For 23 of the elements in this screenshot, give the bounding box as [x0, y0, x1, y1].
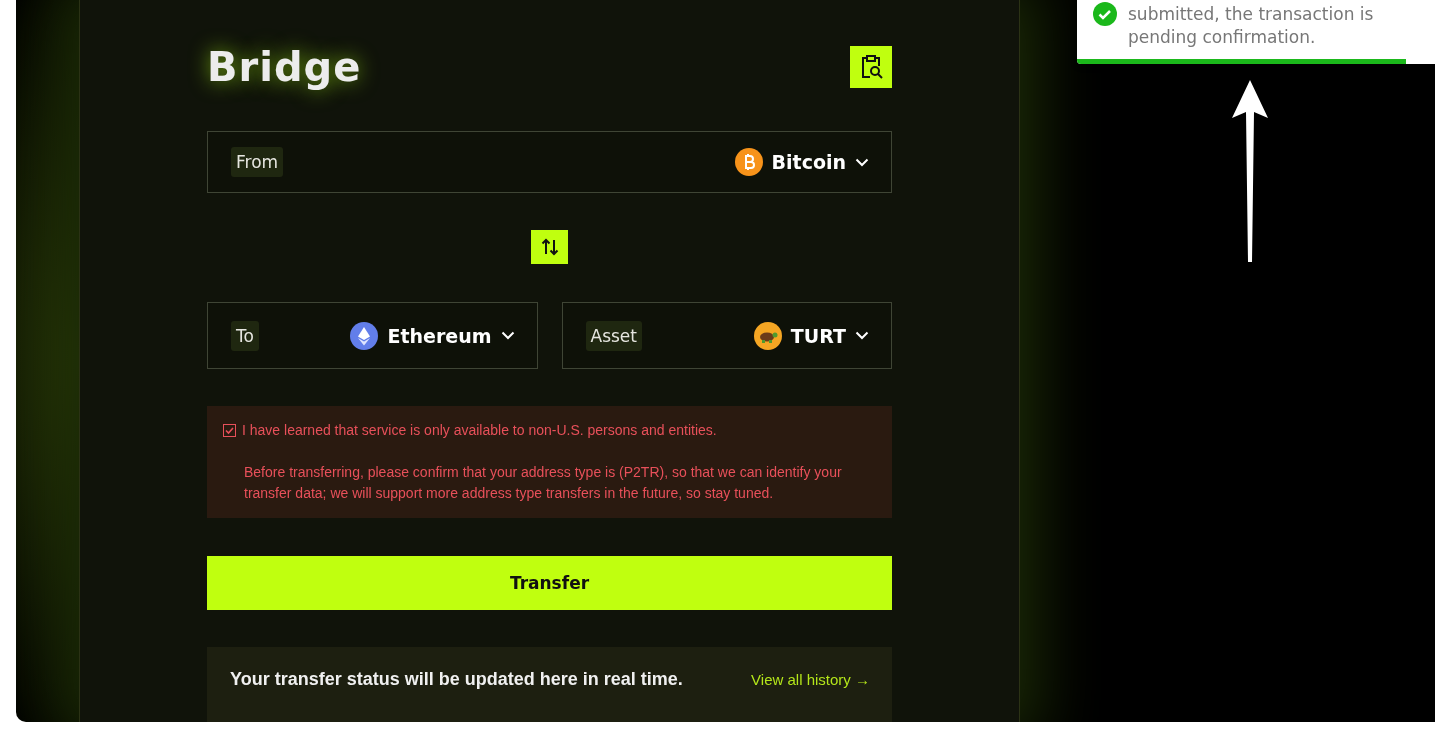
swap-button[interactable] [531, 230, 568, 265]
swap-arrows-icon [540, 237, 559, 258]
warning-text: Before transferring, please confirm that your address type is (P2TR), so that we can identify your transfer data; we will support more address type transfers in the future, so stay tuned. [244, 463, 843, 504]
history-button[interactable] [850, 46, 892, 88]
chevron-down-icon [855, 331, 869, 341]
agreement-checkbox[interactable] [223, 424, 236, 438]
chain-dropdown[interactable]: Ethereum [350, 321, 515, 350]
field-label: To [231, 320, 259, 351]
chain-dropdown[interactable]: Bitcoin [734, 148, 869, 177]
transfer-button[interactable]: Transfer [207, 556, 892, 611]
chain-dropdown[interactable]: TURT [753, 321, 869, 350]
status-message: Your transfer status will be updated here in real time. [230, 669, 683, 691]
toast-message: submitted, the transaction is pending confirmation. [1128, 3, 1375, 49]
agreement-text: I have learned that service is only available to non-U.S. persons and entities. [242, 421, 717, 441]
field-label: Asset [585, 320, 642, 351]
page-title: Bridge [207, 44, 362, 90]
turtle-icon [753, 321, 782, 350]
chevron-down-icon [500, 331, 515, 341]
coin-icon [350, 321, 379, 350]
history-link[interactable]: View all history → [751, 671, 870, 689]
coin-icon [734, 148, 763, 177]
chevron-down-icon [855, 157, 869, 167]
field-label: From [231, 147, 284, 178]
